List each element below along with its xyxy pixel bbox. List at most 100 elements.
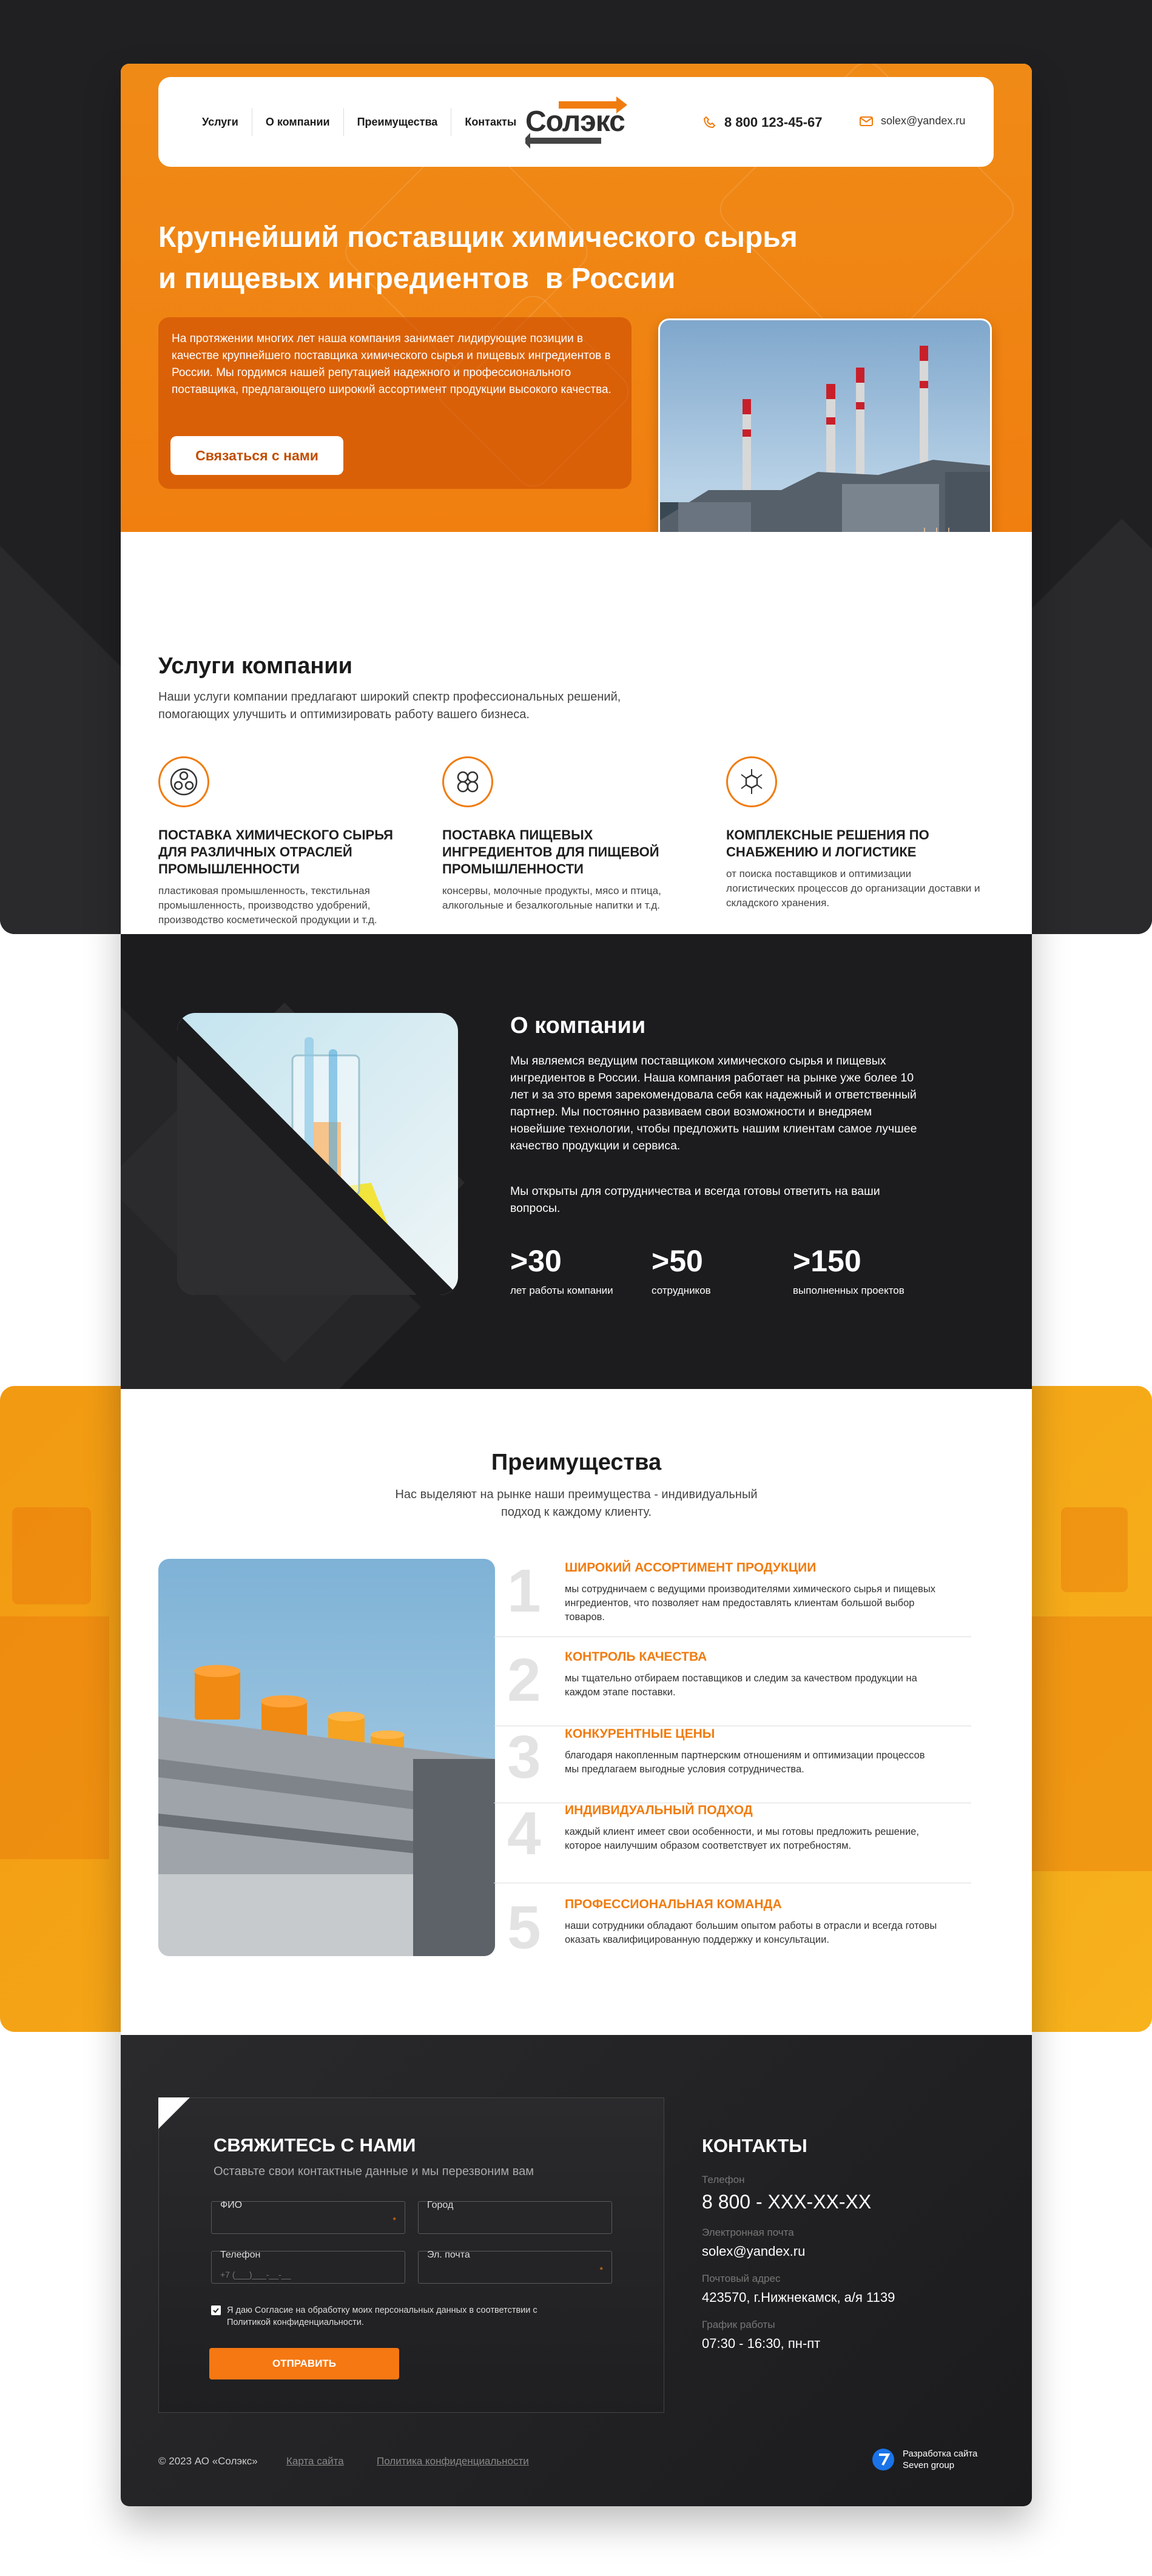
header-phone[interactable]: 8 800 123-45-67 <box>702 115 822 130</box>
advantage-item: 4 ИНДИВИДУАЛЬНЫЙ ПОДХОД каждый клиент им… <box>494 1803 971 1883</box>
nav-link-contacts[interactable]: Контакты <box>451 108 530 136</box>
mail-icon <box>860 116 873 126</box>
about-paragraph-2: Мы открыты для сотрудничества и всегда г… <box>510 1185 880 1215</box>
header-email[interactable]: solex@yandex.ru <box>859 115 965 127</box>
contact-email[interactable]: solex@yandex.ru <box>702 2244 895 2259</box>
seven-group-logo-icon <box>872 2449 894 2470</box>
contacts-section: СВЯЖИТЕСЬ С НАМИ Оставьте свои контактны… <box>121 2035 1032 2506</box>
hero-text-box: На протяжении многих лет наша компания з… <box>158 317 632 489</box>
developer-credit[interactable]: Разработка сайта Seven group <box>871 2447 977 2472</box>
service-title: КОМПЛЕКСНЫЕ РЕШЕНИЯ ПО СНАБЖЕНИЮ И ЛОГИС… <box>726 827 929 859</box>
advantages-subtitle: Нас выделяют на рынке наши преимущества … <box>395 1488 758 1519</box>
city-label: Город <box>427 2200 454 2210</box>
advantage-item: 3 КОНКУРЕНТНЫЕ ЦЕНЫ благодаря накопленны… <box>494 1727 971 1803</box>
nav-link-services[interactable]: Услуги <box>189 108 252 136</box>
phone-caption: Телефон <box>702 2174 745 2185</box>
services-section: Услуги компании Наши услуги компании пре… <box>121 532 1032 934</box>
stat-value: >50 <box>652 1244 703 1278</box>
laboratory-image <box>177 1013 458 1295</box>
service-logistics-icon <box>726 756 777 807</box>
footer-sitemap-link[interactable]: Карта сайта <box>286 2455 344 2467</box>
required-star: * <box>599 2265 603 2275</box>
phone-placeholder: +7 (___)___-__-__ <box>220 2270 291 2279</box>
advantage-number: 4 <box>507 1800 541 1868</box>
contact-us-button[interactable]: Связаться с нами <box>170 436 343 475</box>
advantage-text: каждый клиент имеет свои особенности, и … <box>565 1826 919 1851</box>
hero-title-line-1: Крупнейший поставщик химического сырья <box>158 221 798 254</box>
advantage-number: 2 <box>507 1646 541 1714</box>
phone-label: Телефон <box>220 2250 261 2260</box>
services-title: Услуги компании <box>158 653 352 679</box>
stat-years: >30 лет работы компании <box>510 1243 613 1297</box>
form-title: СВЯЖИТЕСЬ С НАМИ <box>214 2134 416 2156</box>
contact-form: СВЯЖИТЕСЬ С НАМИ Оставьте свои контактны… <box>158 2097 664 2413</box>
advantage-number: 1 <box>507 1557 541 1625</box>
about-section: О компании Мы являемся ведущим поставщик… <box>121 934 1032 1389</box>
top-navbar: Услуги О компании Преимущества Контакты … <box>158 77 994 167</box>
service-description: пластиковая промышленность, текстильная … <box>158 885 377 926</box>
advantage-title: ШИРОКИЙ АССОРТИМЕНТ ПРОДУКЦИИ <box>565 1561 817 1575</box>
about-paragraph-1: Мы являемся ведущим поставщиком химическ… <box>510 1054 917 1152</box>
submit-button[interactable]: ОТПРАВИТЬ <box>209 2348 399 2379</box>
consent-text: Я даю Согласие на обработку моих персона… <box>227 2305 537 2327</box>
nav-link-advantages[interactable]: Преимущества <box>344 108 452 136</box>
service-title: ПОСТАВКА ХИМИЧЕСКОГО СЫРЬЯ ДЛЯ РАЗЛИЧНЫХ… <box>158 827 393 876</box>
advantage-number: 3 <box>507 1723 541 1791</box>
services-subtitle: Наши услуги компании предлагают широкий … <box>158 690 621 721</box>
advantage-item: 5 ПРОФЕССИОНАЛЬНАЯ КОМАНДА наши сотрудни… <box>494 1897 971 1974</box>
stat-projects: >150 выполненных проектов <box>793 1243 904 1297</box>
hero-title: Крупнейший поставщик химического сырья и… <box>158 217 886 300</box>
service-description: консервы, молочные продукты, мясо и птиц… <box>442 885 661 911</box>
advantage-text: мы тщательно отбираем поставщиков и след… <box>565 1673 917 1698</box>
service-food-icon <box>442 756 493 807</box>
hours-caption: График работы <box>702 2319 775 2330</box>
stat-label: сотрудников <box>652 1285 711 1296</box>
contact-phone[interactable]: 8 800 - XXX-XX-XX <box>702 2191 895 2213</box>
hero-description: На протяжении многих лет наша компания з… <box>172 332 611 396</box>
footer-privacy-link[interactable]: Политика конфиденциальности <box>377 2455 529 2467</box>
email-label: Эл. почта <box>427 2250 470 2260</box>
advantages-title: Преимущества <box>491 1450 662 1475</box>
advantages-section: Преимущества Нас выделяют на рынке наши … <box>121 1389 1032 2035</box>
building-image <box>158 1559 495 1956</box>
service-chemical-icon <box>158 756 209 807</box>
fio-field[interactable]: ФИО * <box>211 2200 405 2234</box>
advantage-text: мы сотрудничаем с ведущими производителя… <box>565 1584 936 1623</box>
stat-label: лет работы компании <box>510 1285 613 1296</box>
header-phone-number: 8 800 123-45-67 <box>724 115 823 130</box>
consent-checkbox[interactable] <box>211 2305 221 2315</box>
contact-address: 423570, г.Нижнекамск, а/я 1139 <box>702 2290 895 2305</box>
nav-link-about[interactable]: О компании <box>252 108 344 136</box>
stat-label: выполненных проектов <box>793 1285 904 1296</box>
developer-line-1: Разработка сайта <box>903 2449 978 2459</box>
contacts-title: КОНТАКТЫ <box>702 2135 807 2156</box>
advantage-item: 2 КОНТРОЛЬ КАЧЕСТВА мы тщательно отбирае… <box>494 1650 971 1726</box>
advantage-item: 1 ШИРОКИЙ АССОРТИМЕНТ ПРОДУКЦИИ мы сотру… <box>494 1561 971 1637</box>
email-field[interactable]: Эл. почта * <box>418 2250 612 2284</box>
service-card-chemical: ПОСТАВКА ХИМИЧЕСКОГО СЫРЬЯ ДЛЯ РАЗЛИЧНЫХ… <box>158 756 413 927</box>
service-card-food: ПОСТАВКА ПИЩЕВЫХ ИНГРЕДИЕНТОВ ДЛЯ ПИЩЕВО… <box>442 756 697 913</box>
advantage-text: благодаря накопленным партнерским отноше… <box>565 1750 925 1775</box>
advantage-title: ИНДИВИДУАЛЬНЫЙ ПОДХОД <box>565 1803 753 1817</box>
form-corner-shape <box>158 2097 190 2129</box>
stat-employees: >50 сотрудников <box>652 1243 711 1297</box>
developer-line-2: Seven group <box>903 2460 955 2470</box>
city-field[interactable]: Город <box>418 2200 612 2234</box>
advantage-title: ПРОФЕССИОНАЛЬНАЯ КОМАНДА <box>565 1897 782 1911</box>
advantage-title: КОНТРОЛЬ КАЧЕСТВА <box>565 1650 707 1664</box>
about-title: О компании <box>510 1013 646 1038</box>
phone-field[interactable]: Телефон +7 (___)___-__-__ <box>211 2250 405 2284</box>
stat-value: >30 <box>510 1244 562 1278</box>
page-card: Услуги О компании Преимущества Контакты … <box>121 64 1032 2506</box>
email-caption: Электронная почта <box>702 2227 794 2238</box>
form-subtitle: Оставьте свои контактные данные и мы пер… <box>214 2165 534 2178</box>
service-title: ПОСТАВКА ПИЩЕВЫХ ИНГРЕДИЕНТОВ ДЛЯ ПИЩЕВО… <box>442 827 659 876</box>
checkmark-icon <box>213 2308 219 2313</box>
phone-icon <box>703 116 716 129</box>
logo-text: Солэкс <box>525 106 625 138</box>
address-caption: Почтовый адрес <box>702 2273 781 2284</box>
hero-title-line-2: и пищевых ингредиентов в России <box>158 263 676 295</box>
fio-label: ФИО <box>220 2200 243 2210</box>
company-logo[interactable]: Солэкс <box>525 90 628 153</box>
service-card-logistics: КОМПЛЕКСНЫЕ РЕШЕНИЯ ПО СНАБЖЕНИЮ И ЛОГИС… <box>726 756 981 910</box>
